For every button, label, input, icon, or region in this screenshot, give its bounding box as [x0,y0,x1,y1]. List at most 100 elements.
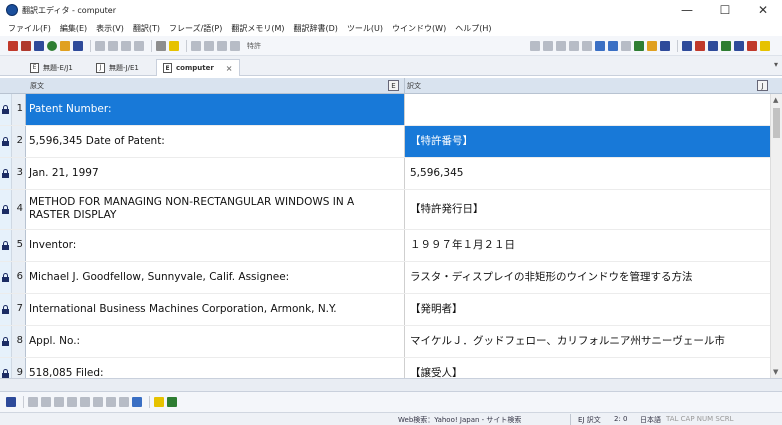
tab-untitled-je[interactable]: J 無題-J/E1 [90,59,145,76]
dictionary-icon[interactable] [34,40,44,51]
target-cell[interactable]: 【譲受人】 [405,358,770,380]
tool-icon[interactable] [595,40,605,51]
tool-icon[interactable] [569,40,579,51]
tool-icon[interactable] [721,40,731,51]
source-cell[interactable]: Appl. No.: [26,326,405,357]
row-lock-cell[interactable] [0,126,12,157]
cut-icon[interactable] [95,40,105,51]
tool-icon[interactable] [608,40,618,51]
menu-dictionary[interactable]: 翻訳辞書(D) [294,23,338,34]
target-cell[interactable]: 【特許発行日】 [405,190,770,229]
menu-help[interactable]: ヘルプ(H) [455,23,491,34]
new-je-icon[interactable] [21,40,31,51]
tab-dropdown-icon[interactable]: ▾ [774,60,778,69]
menu-translate[interactable]: 翻訳(T) [133,23,160,34]
table-row[interactable]: 4 METHOD FOR MANAGING NON-RECTANGULAR WIN… [0,190,782,230]
bottom-tool-icon[interactable] [54,397,64,407]
row-lock-cell[interactable] [0,230,12,261]
target-cell[interactable]: １９９７年１月２１日 [405,230,770,261]
row-lock-cell[interactable] [0,326,12,357]
tool-icon[interactable] [682,40,692,51]
tool-icon[interactable] [760,40,770,51]
row-lock-cell[interactable] [0,190,12,229]
tool-icon[interactable] [530,40,540,51]
target-lang-button[interactable]: J [757,80,768,91]
vertical-scrollbar[interactable]: ▲ ▼ [770,94,782,378]
tool-icon[interactable] [695,40,705,51]
field-label[interactable]: 特許 [247,41,261,51]
copy-icon[interactable] [108,40,118,51]
source-cell[interactable]: Michael J. Goodfellow, Sunnyvale, Calif.… [26,262,405,293]
tool-icon[interactable] [582,40,592,51]
source-cell[interactable]: Patent Number: [26,94,405,125]
table-row[interactable]: 6 Michael J. Goodfellow, Sunnyvale, Calif… [0,262,782,294]
source-cell[interactable]: 5,596,345 Date of Patent: [26,126,405,157]
bottom-tool-icon[interactable] [154,397,164,407]
status-web-search[interactable]: Web検索：Yahoo! Japan - サイト検索 [398,415,521,425]
help-icon[interactable] [169,40,179,51]
row-lock-cell[interactable] [0,294,12,325]
tool-icon[interactable] [708,40,718,51]
bottom-tool-icon[interactable] [132,397,142,407]
tool-icon[interactable] [660,40,670,51]
source-cell[interactable]: 518,085 Filed: [26,358,405,380]
bottom-tool-icon[interactable] [93,397,103,407]
target-cell[interactable]: ラスタ・ディスプレイの非矩形のウインドウを管理する方法 [405,262,770,293]
bottom-tool-icon[interactable] [119,397,129,407]
row-lock-cell[interactable] [0,158,12,189]
maximize-button[interactable]: ☐ [706,0,744,20]
table-row[interactable]: 9 518,085 Filed: 【譲受人】 [0,358,782,380]
table-row[interactable]: 8 Appl. No.: マイケルＪ．グッドフェロー、カリフォルニア州サニーヴェール… [0,326,782,358]
tool-icon[interactable] [747,40,757,51]
print-icon[interactable] [156,40,166,51]
next-icon[interactable] [217,40,227,51]
bottom-tool-icon[interactable] [28,397,38,407]
stop-icon[interactable] [230,40,240,51]
tab-untitled-ej[interactable]: E 無題-E/J1 [24,59,79,76]
tool-icon[interactable] [634,40,644,51]
source-cell[interactable]: Inventor: [26,230,405,261]
minimize-button[interactable]: — [668,0,706,20]
menu-view[interactable]: 表示(V) [96,23,124,34]
paste-icon[interactable] [121,40,131,51]
tool-icon[interactable] [543,40,553,51]
target-cell[interactable]: 【発明者】 [405,294,770,325]
source-lang-button[interactable]: E [388,80,399,91]
open-icon[interactable] [60,40,70,51]
source-cell[interactable]: International Business Machines Corporat… [26,294,405,325]
tab-close-icon[interactable]: × [226,64,233,73]
table-row[interactable]: 1 Patent Number: [0,94,782,126]
menu-edit[interactable]: 編集(E) [60,23,87,34]
bottom-tool-icon[interactable] [167,397,177,407]
bottom-tool-icon[interactable] [6,397,16,407]
new-ej-icon[interactable] [8,40,18,51]
bottom-tool-icon[interactable] [67,397,77,407]
scroll-down-icon[interactable]: ▼ [773,368,778,376]
menu-phrase[interactable]: フレーズ/語(P) [169,23,222,34]
target-cell[interactable]: 5,596,345 [405,158,770,189]
bottom-tool-icon[interactable] [106,397,116,407]
tool-icon[interactable] [621,40,631,51]
source-cell[interactable]: Jan. 21, 1997 [26,158,405,189]
menu-tools[interactable]: ツール(U) [347,23,383,34]
tab-computer[interactable]: E computer × [156,59,240,76]
tool-icon[interactable] [556,40,566,51]
target-cell[interactable] [405,94,770,125]
table-row[interactable]: 2 5,596,345 Date of Patent: 【特許番号】 [0,126,782,158]
table-row[interactable]: 3 Jan. 21, 1997 5,596,345 [0,158,782,190]
scrollbar-thumb[interactable] [773,108,780,138]
table-row[interactable]: 7 International Business Machines Corpora… [0,294,782,326]
translate-all-icon[interactable] [204,40,214,51]
save-icon[interactable] [73,40,83,51]
row-lock-cell[interactable] [0,358,12,380]
target-cell[interactable]: マイケルＪ．グッドフェロー、カリフォルニア州サニーヴェール市 [405,326,770,357]
bottom-tool-icon[interactable] [41,397,51,407]
table-row[interactable]: 5 Inventor: １９９７年１月２１日 [0,230,782,262]
web-icon[interactable] [47,40,57,51]
source-cell[interactable]: METHOD FOR MANAGING NON-RECTANGULAR WIND… [26,190,405,229]
target-cell[interactable]: 【特許番号】 [405,126,770,157]
translate-icon[interactable] [191,40,201,51]
row-lock-cell[interactable] [0,94,12,125]
menu-window[interactable]: ウインドウ(W) [392,23,446,34]
menu-translation-memory[interactable]: 翻訳メモリ(M) [231,23,284,34]
